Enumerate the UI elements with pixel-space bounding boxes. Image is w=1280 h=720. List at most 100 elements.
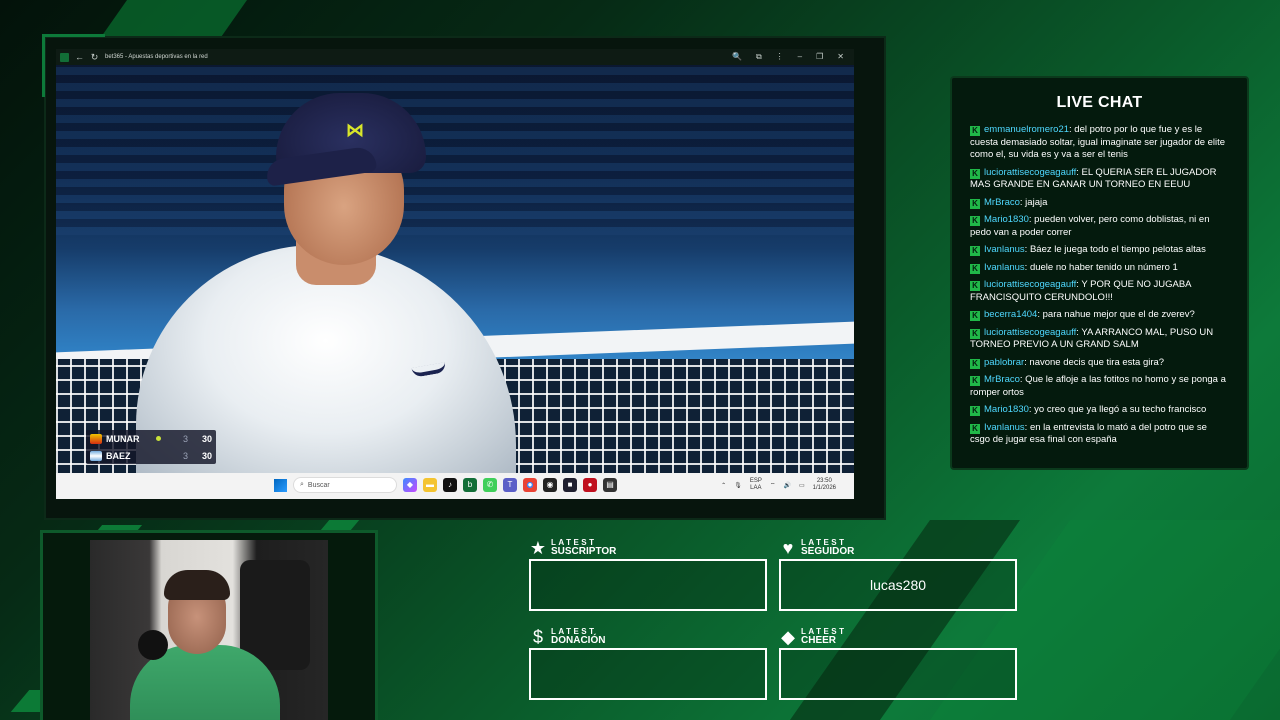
windows-start-icon[interactable] (274, 478, 287, 492)
chat-username[interactable]: Ivanlanus (984, 262, 1025, 273)
latest-value-box (529, 559, 767, 611)
chat-message: K Mario1830: yo creo que ya llegó a su te… (970, 404, 1229, 417)
chat-title: LIVE CHAT (1056, 94, 1143, 111)
chat-username[interactable]: luciorattisecogeagauff (984, 167, 1076, 178)
player-sets: 3 (182, 450, 188, 461)
chat-username[interactable]: becerra1404 (984, 309, 1037, 320)
kick-badge-icon: K (970, 328, 980, 339)
close-button[interactable]: ✕ (837, 52, 844, 62)
chevron-up-icon[interactable]: ⌃ (721, 482, 726, 489)
tiktok-icon[interactable]: ♪ (443, 478, 457, 492)
chat-text: : yo creo que ya llegó a su techo franci… (1028, 404, 1207, 415)
chat-username[interactable]: Ivanlanus (984, 422, 1025, 433)
player-points: 30 (201, 433, 212, 444)
chat-text: : duele no haber tenido un número 1 (1024, 261, 1178, 273)
chat-username[interactable]: MrBraco (984, 374, 1020, 385)
streamdeck-icon[interactable]: ■ (563, 478, 577, 492)
tennis-video: ⋈ MUNAR 3 30 BAEZ 3 30 (56, 65, 854, 473)
language-indicator[interactable]: ESP LAA (750, 478, 762, 492)
menu-dots-icon[interactable]: ⋮ (776, 52, 784, 62)
chat-message: Kemmanuelromero21: del potro por lo que … (970, 124, 1229, 162)
battery-icon[interactable]: ▭ (799, 482, 805, 489)
chrome-icon[interactable]: ● (523, 478, 537, 492)
chat-text: : navone decis que tira esta gira? (1024, 356, 1165, 368)
reload-icon[interactable]: ↻ (90, 52, 99, 62)
chat-message: K Ivanlanus: duele no haber tenido un núm… (970, 262, 1229, 275)
minimize-button[interactable]: – (798, 52, 802, 62)
chat-username[interactable]: Mario1830 (984, 404, 1029, 415)
whatsapp-icon[interactable]: ✆ (483, 478, 497, 492)
chat-message: K Ivanlanus: Báez le juega todo el tiempo… (970, 244, 1229, 257)
chat-username[interactable]: Ivanlanus (984, 244, 1025, 255)
chat-message: Kbecerra1404: para nahue mejor que el de… (970, 309, 1229, 322)
chat-username[interactable]: luciorattisecogeagauff (984, 327, 1076, 338)
flag-icon (90, 433, 102, 444)
kick-badge-icon: K (970, 216, 980, 226)
kick-badge-icon: K (970, 358, 980, 369)
obs-icon[interactable]: ◉ (543, 478, 557, 492)
player-name: BAEZ (106, 450, 131, 461)
heart-icon: ♥ (782, 537, 794, 558)
chat-message: K MrBraco: Que le afloje a las fotitos no… (970, 374, 1229, 399)
wifi-icon[interactable]: ⌔ (770, 481, 776, 489)
live-chat-panel: LIVE CHAT Kemmanuelromero21: del potro p… (950, 76, 1249, 470)
notes-icon[interactable]: ▤ (603, 478, 617, 492)
streamer-hair (164, 570, 230, 600)
video-stands (56, 65, 854, 235)
chat-username[interactable]: pablobrar (984, 357, 1024, 368)
copilot-icon[interactable]: ◆ (403, 478, 417, 492)
teams-icon[interactable]: T (503, 478, 517, 492)
latest-suscriptor: ★ LATEST SUSCRIPTOR (529, 538, 767, 611)
kick-badge-icon: K (970, 198, 980, 209)
kick-badge-icon: K (970, 311, 980, 321)
windows-taskbar: ⌕ Buscar ◆ ▬ ♪ b ✆ T ● ◉ ■ ● ▤ ⌃ 🎙 ESP L… (56, 473, 854, 499)
latest-seguidor: ♥ LATEST SEGUIDOR lucas280 (779, 538, 1017, 611)
system-tray: ⌃ 🎙 ESP LAA ⌔ 🔊 ▭ 23:50 1/1/2026 (721, 478, 836, 492)
chat-message: K Mario1830: pueden volver, pero como dob… (970, 214, 1229, 239)
chat-text: : jajaja (1019, 196, 1048, 208)
chat-username[interactable]: emmanuelromero21 (984, 124, 1069, 135)
chat-text: : Báez le juega todo el tiempo pelotas a… (1024, 244, 1206, 255)
kick-badge-icon: K (970, 423, 980, 434)
browser-title: bet365 - Apuestas deportivas en la red (105, 54, 208, 60)
webcam-feed (90, 540, 328, 720)
chat-message: Kluciorattisecogeagauff: YA ARRANCO MAL,… (970, 327, 1229, 352)
chat-message-list: Kemmanuelromero21: del potro por lo que … (952, 124, 1247, 447)
taskbar-clock[interactable]: 23:50 1/1/2026 (813, 478, 836, 492)
chat-username[interactable]: MrBraco (984, 197, 1020, 208)
player-name: MUNAR (106, 433, 140, 444)
latest-donacion: $ LATEST DONACIÓN (529, 627, 767, 700)
microphone-icon[interactable]: 🎙 (734, 482, 742, 489)
file-explorer-icon[interactable]: ▬ (423, 478, 437, 492)
latest-value-box (529, 648, 767, 700)
restore-button[interactable]: ❐ (816, 52, 823, 62)
zoom-icon[interactable]: 🔍 (732, 52, 742, 62)
latest-cheer: ◆ LATEST CHEER (779, 627, 1017, 700)
volume-icon[interactable]: 🔊 (783, 482, 790, 489)
clock-date: 1/1/2026 (812, 485, 836, 491)
microphone-icon (138, 630, 168, 660)
kick-badge-icon: K (970, 263, 980, 274)
search-icon: ⌕ (300, 481, 304, 488)
taskbar-search[interactable]: ⌕ Buscar (293, 477, 397, 493)
chat-message: Kluciorattisecogeagauff: EL QUERIA SER E… (970, 167, 1229, 192)
kick-badge-icon: K (970, 406, 980, 416)
extensions-icon[interactable]: ⧉ (756, 52, 762, 62)
diamond-icon: ◆ (781, 626, 795, 647)
serve-indicator-icon (156, 436, 161, 441)
chat-username[interactable]: Mario1830 (984, 214, 1029, 225)
chat-username[interactable]: luciorattisecogeagauff (984, 279, 1076, 290)
bet365-app-icon[interactable]: b (463, 478, 477, 492)
latest-label: SEGUIDOR (801, 546, 855, 557)
kick-badge-icon: K (970, 246, 980, 256)
scoreboard-row: BAEZ 3 30 (86, 447, 216, 464)
chat-text: : para nahue mejor que el de zverev? (1037, 309, 1195, 320)
stream-app-icon[interactable]: ● (583, 478, 597, 492)
lang-sub: LAA (750, 485, 762, 491)
dollar-icon: $ (532, 626, 543, 647)
latest-value-box: lucas280 (779, 559, 1017, 611)
back-arrow-icon[interactable]: ← (75, 52, 84, 62)
latest-label: CHEER (801, 635, 837, 646)
kick-badge-icon: K (970, 168, 980, 179)
kick-badge-icon: K (970, 376, 980, 386)
